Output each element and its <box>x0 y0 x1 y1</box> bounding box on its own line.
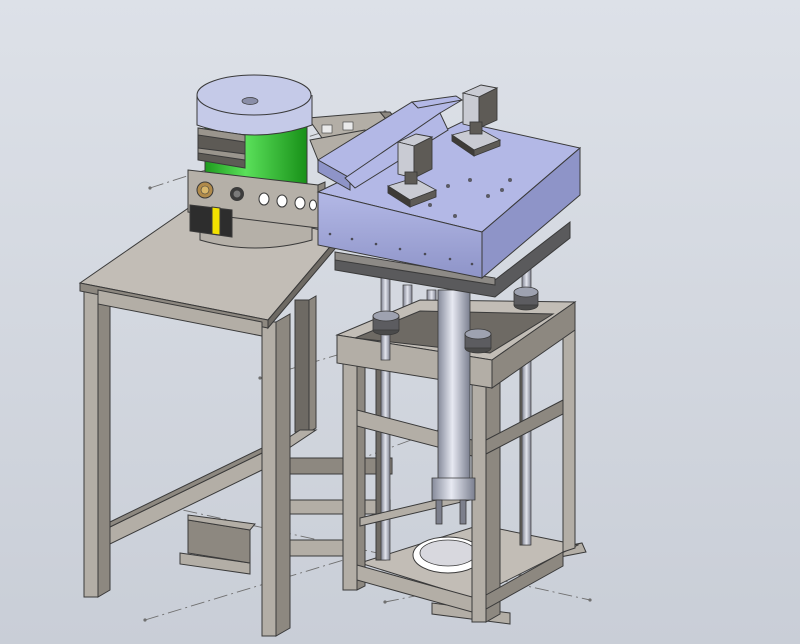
lift-cylinder <box>431 289 476 525</box>
machine-assembly-drawing <box>78 74 592 637</box>
cad-viewport[interactable] <box>0 0 800 644</box>
stepper-motor-rear <box>450 84 502 157</box>
stepper-motor-icon <box>450 84 502 157</box>
